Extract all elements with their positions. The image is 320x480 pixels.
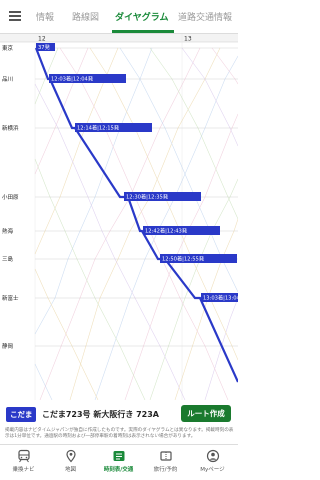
timetable-icon (113, 451, 124, 461)
create-route-button[interactable]: ルート作成 (181, 405, 231, 422)
time-label-tokyo: 37発 (38, 43, 51, 51)
selected-train-bar: こだま こだま723号 新大阪行き 723A ルート作成 (0, 404, 238, 426)
nav-map[interactable]: 地図 (47, 449, 94, 473)
station-label-atami: 熱海 (2, 227, 14, 235)
hour-label-12: 12 (38, 36, 46, 43)
diagram-chart[interactable]: 12 13 東京 品川 新横浜 小田原 熱海 三島 新富士 静岡 37発 12:… (0, 34, 238, 400)
time-label-odawara: 12:30着|12:35発 (126, 193, 169, 201)
train-name: こだま723号 新大阪行き 723A (42, 410, 159, 419)
time-label-shinagawa: 12:03着|12:04発 (51, 75, 94, 83)
station-label-shinagawa: 品川 (2, 76, 13, 83)
time-label-shin-yokohama: 12:14着|12:15発 (77, 124, 120, 132)
train-type-badge: こだま (6, 407, 37, 422)
time-label-atami: 12:42着|12:43発 (145, 227, 188, 235)
tab-info[interactable]: 情報 (36, 10, 54, 23)
station-label-shizuoka: 静岡 (2, 342, 14, 350)
nav-transfer[interactable]: 乗換ナビ (0, 449, 47, 473)
ticket-icon (159, 451, 172, 461)
station-label-shin-yokohama: 新横浜 (2, 124, 19, 132)
station-label-mishima: 三島 (2, 255, 14, 263)
bottom-nav: 乗換ナビ 地図 時刻表/交通 旅行/予約 Myページ (0, 444, 238, 480)
nav-timetable[interactable]: 時刻表/交通 (95, 449, 142, 473)
user-icon (206, 449, 219, 463)
station-label-odawara: 小田原 (2, 193, 19, 201)
map-pin-icon (65, 449, 76, 463)
tab-diagram[interactable]: ダイヤグラム (115, 10, 168, 23)
time-label-mishima: 12:50着|12:55発 (162, 255, 205, 263)
tab-route-map[interactable]: 路線図 (72, 10, 99, 23)
menu-icon[interactable] (9, 11, 21, 21)
hour-label-13: 13 (184, 36, 192, 43)
nav-mypage[interactable]: Myページ (189, 449, 236, 473)
station-label-shin-fuji: 新富士 (2, 294, 19, 302)
train-icon (17, 449, 30, 463)
time-label-shin-fuji: 13:03着|13:04発 (203, 294, 238, 302)
active-tab-indicator (112, 30, 174, 33)
nav-travel[interactable]: 旅行/予約 (142, 449, 189, 473)
top-bar: 情報 路線図 ダイヤグラム 道路交通情報 (0, 0, 238, 34)
disclaimer-text: 掲載内容はナビタイムジャパンが独自に作成したものです。実際のダイヤグラムとは異な… (5, 428, 234, 440)
tab-road-traffic[interactable]: 道路交通情報 (178, 10, 232, 23)
station-label-tokyo: 東京 (2, 44, 14, 52)
